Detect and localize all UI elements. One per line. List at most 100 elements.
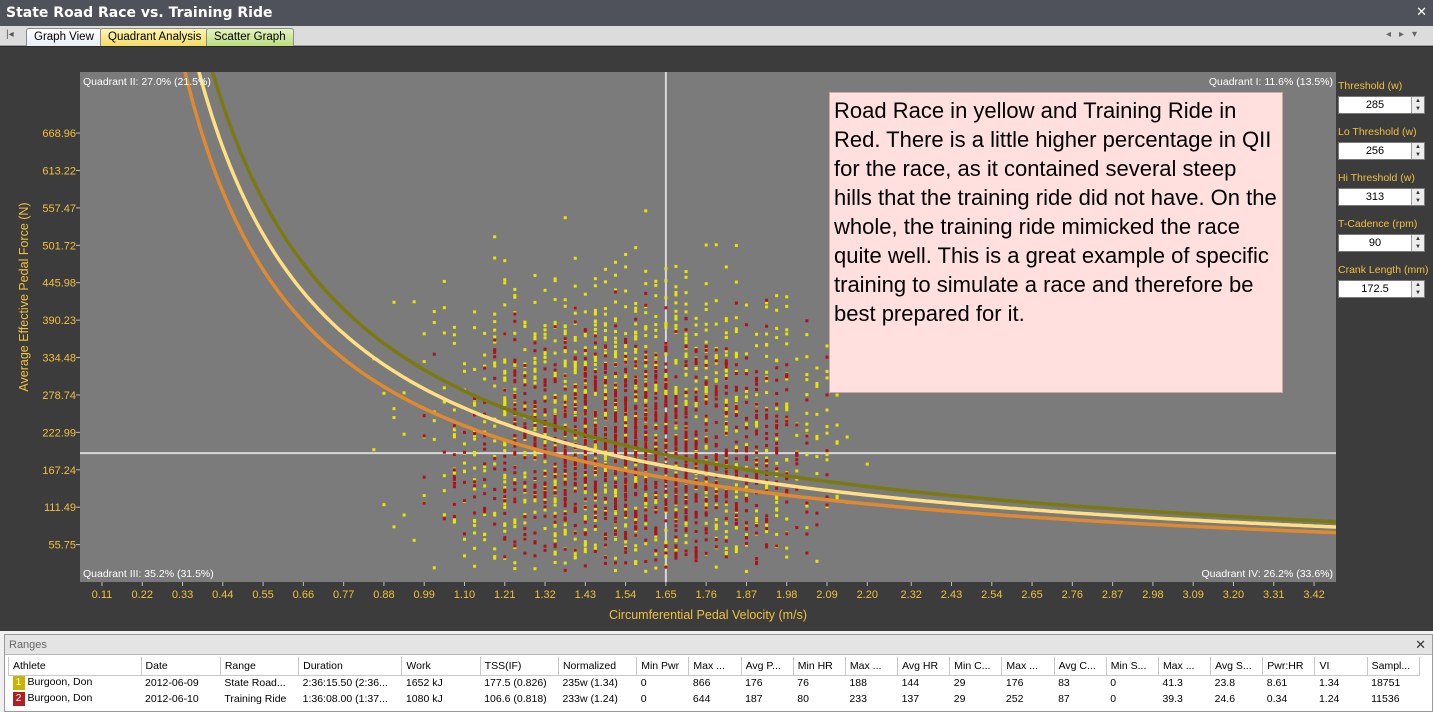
data-point — [533, 540, 537, 544]
column-header[interactable]: Avg P... — [740, 657, 794, 676]
data-point — [654, 566, 658, 570]
crank-length-value[interactable]: 172.5 — [1342, 281, 1408, 297]
column-header[interactable]: Max ... — [688, 657, 742, 676]
data-point — [714, 565, 718, 569]
data-point — [845, 435, 849, 439]
t-cadence-field: T-Cadence (rpm) 90 ▲ ▼ — [1338, 217, 1433, 263]
data-point — [724, 535, 728, 539]
table-row[interactable]: 2 Burgoon, Don 2012-06-10 Training Ride 1:36… — [9, 691, 1420, 707]
crank-length-spinbox[interactable]: 172.5 ▲ ▼ — [1338, 280, 1425, 298]
table-cell: 83 — [1058, 677, 1070, 690]
spin-arrows-icon[interactable]: ▲ ▼ — [1411, 97, 1424, 113]
threshold-spinbox[interactable]: 285 ▲ ▼ — [1338, 96, 1425, 114]
data-point — [634, 467, 638, 471]
column-header[interactable]: Pwr:HR — [1262, 657, 1316, 676]
threshold-value[interactable]: 285 — [1342, 97, 1408, 113]
data-point — [634, 533, 638, 537]
lo-threshold-spinbox[interactable]: 256 ▲ ▼ — [1338, 142, 1425, 160]
data-point — [624, 370, 628, 374]
column-header[interactable]: Max ... — [844, 657, 899, 676]
data-point — [674, 490, 678, 494]
column-header[interactable]: TSS(IF) — [479, 657, 559, 676]
row-number-badge: 1 — [12, 676, 25, 691]
data-point — [563, 432, 567, 436]
data-point — [593, 352, 597, 356]
column-header[interactable]: Max ... — [1001, 657, 1055, 676]
data-point — [644, 399, 648, 403]
column-header[interactable]: VI — [1314, 657, 1368, 676]
column-header[interactable]: Sampl... — [1366, 657, 1421, 676]
column-header[interactable]: Min Pwr — [636, 657, 690, 676]
data-point — [674, 426, 678, 430]
data-point — [724, 431, 728, 435]
column-header[interactable]: Range — [219, 657, 300, 676]
column-header[interactable]: Duration — [298, 657, 403, 676]
data-point — [523, 481, 527, 485]
data-point — [744, 356, 748, 360]
data-point — [724, 353, 728, 357]
column-header[interactable]: Min HR — [792, 657, 846, 676]
data-point — [644, 487, 648, 491]
lo-threshold-value[interactable]: 256 — [1342, 143, 1408, 159]
table-row[interactable]: 1 Burgoon, Don 2012-06-09 State Road... 2:36… — [9, 675, 1420, 691]
data-point — [553, 417, 557, 421]
data-point — [593, 452, 597, 456]
spin-arrows-icon[interactable]: ▲ ▼ — [1411, 189, 1424, 205]
data-point — [543, 548, 547, 552]
data-point — [744, 481, 748, 485]
tab-quadrant-analysis[interactable]: Quadrant Analysis — [100, 28, 210, 46]
data-point — [624, 289, 628, 293]
column-header[interactable]: Work — [401, 657, 481, 676]
data-point — [724, 385, 728, 389]
column-header[interactable]: Avg HR — [897, 657, 951, 676]
data-point — [624, 530, 628, 534]
column-header[interactable]: Avg S... — [1210, 657, 1264, 676]
tab-graph-view[interactable]: Graph View — [26, 28, 102, 46]
close-icon[interactable]: ✕ — [1415, 635, 1426, 655]
annotation-note: Road Race in yellow and Training Ride in… — [829, 92, 1283, 393]
column-header[interactable]: Min S... — [1105, 657, 1159, 676]
data-point — [684, 399, 688, 403]
t-cadence-value[interactable]: 90 — [1342, 235, 1408, 251]
data-point — [593, 483, 597, 487]
data-point — [493, 312, 497, 316]
hi-threshold-value[interactable]: 313 — [1342, 189, 1408, 205]
x-tick-label: 0.88 — [373, 589, 394, 601]
data-point — [664, 306, 668, 310]
column-header[interactable]: Athlete — [8, 657, 142, 676]
column-header[interactable]: Normalized — [557, 657, 638, 676]
data-point — [583, 520, 587, 524]
data-point — [714, 458, 718, 462]
data-point — [654, 279, 658, 283]
data-point — [775, 446, 779, 450]
data-point — [634, 485, 638, 489]
tab-scatter-graph[interactable]: Scatter Graph — [206, 28, 294, 46]
column-header[interactable]: Date — [140, 657, 221, 676]
data-point — [664, 362, 668, 366]
spin-arrows-icon[interactable]: ▲ ▼ — [1411, 235, 1424, 251]
data-point — [614, 419, 618, 423]
x-tick-label: 1.98 — [776, 589, 797, 601]
data-point — [402, 391, 406, 395]
spin-arrows-icon[interactable]: ▲ ▼ — [1411, 281, 1424, 297]
t-cadence-spinbox[interactable]: 90 ▲ ▼ — [1338, 234, 1425, 252]
data-point — [533, 369, 537, 373]
tab-navigation-icons[interactable]: ◂▸▾ — [1386, 29, 1425, 40]
column-header[interactable]: Avg C... — [1053, 657, 1107, 676]
data-point — [473, 402, 477, 406]
column-header[interactable]: Max ... — [1157, 657, 1212, 676]
data-point — [563, 517, 567, 521]
data-point — [654, 436, 658, 440]
data-point — [724, 555, 728, 559]
spin-arrows-icon[interactable]: ▲ ▼ — [1411, 143, 1424, 159]
data-point — [744, 443, 748, 447]
data-point — [734, 473, 738, 477]
data-point — [614, 413, 618, 417]
first-page-icon[interactable]: |◂ — [6, 29, 14, 40]
data-point — [785, 342, 789, 346]
close-icon[interactable]: ✕ — [1416, 0, 1427, 26]
column-header[interactable]: Min C... — [949, 657, 1003, 676]
data-point — [563, 387, 567, 391]
data-point — [573, 466, 577, 470]
hi-threshold-spinbox[interactable]: 313 ▲ ▼ — [1338, 188, 1425, 206]
